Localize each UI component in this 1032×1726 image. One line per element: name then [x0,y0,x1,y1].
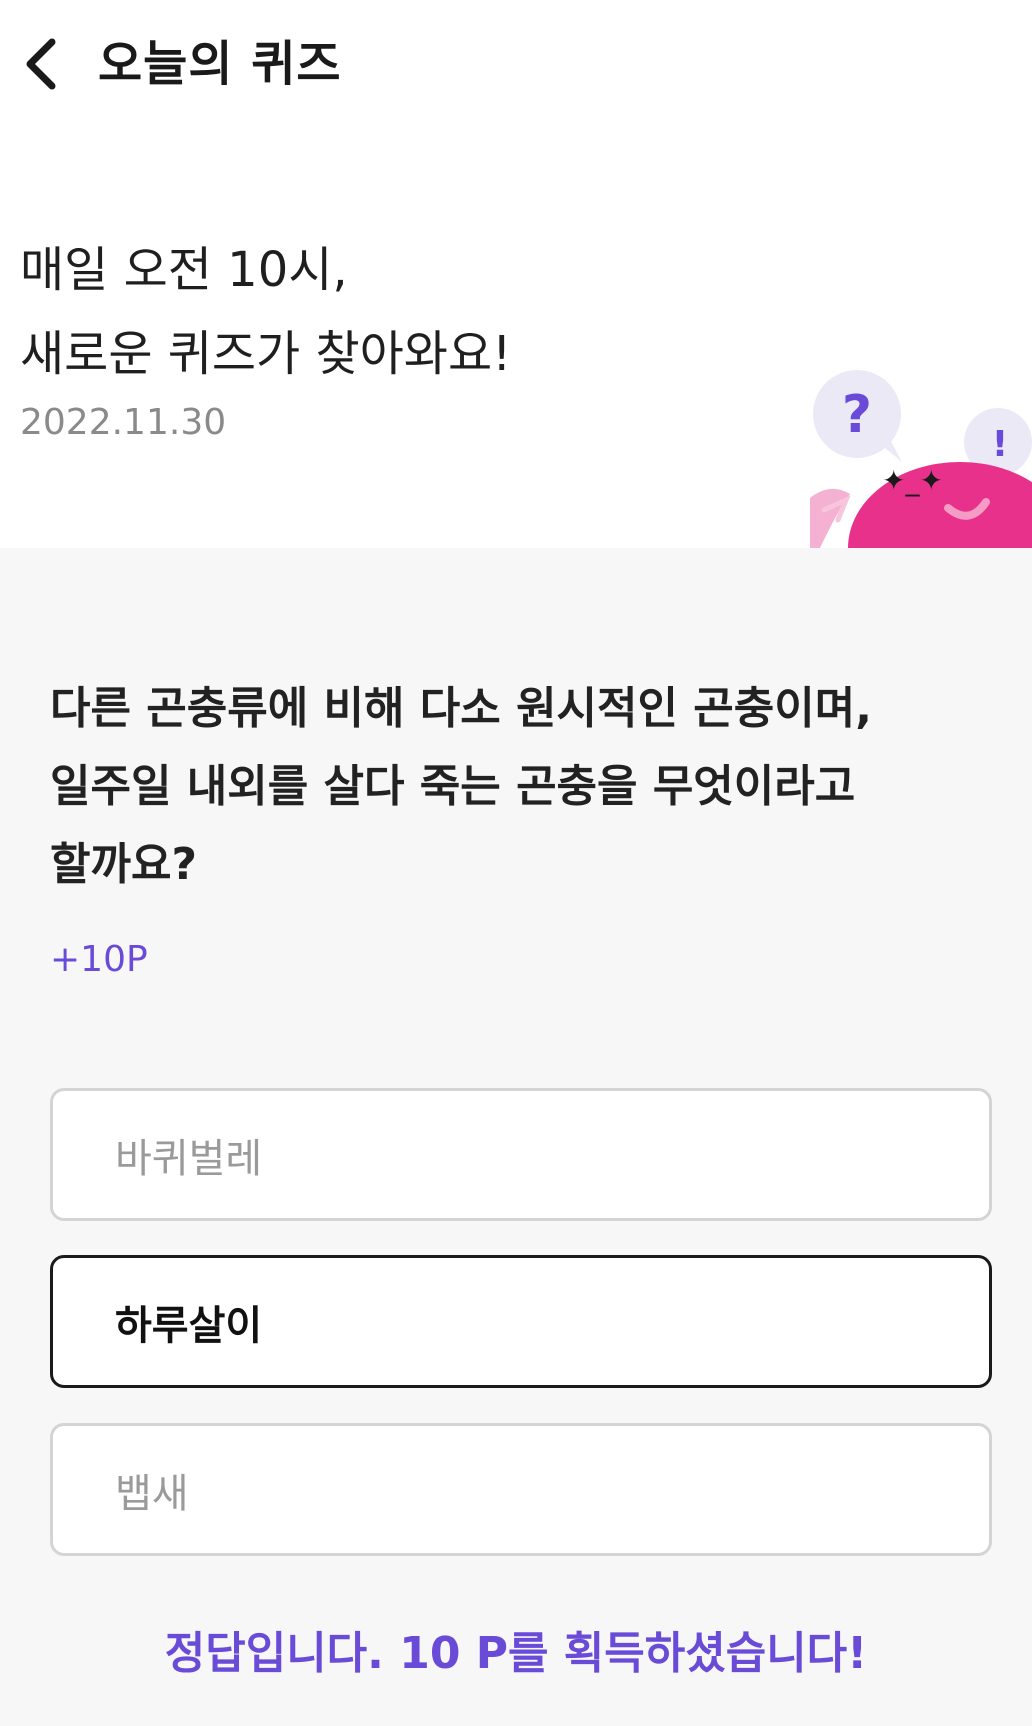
top-section: 오늘의 퀴즈 매일 오전 10시, 새로운 퀴즈가 찾아와요! 2022.11.… [0,0,1032,548]
answer-option-label: 하루살이 [115,1302,263,1349]
answer-option-3[interactable]: 뱁새 [50,1423,992,1556]
answer-option-1[interactable]: 바퀴벌레 [50,1088,992,1221]
intro-line-1: 매일 오전 10시, [20,242,348,298]
chevron-left-icon [26,38,56,90]
back-button[interactable] [14,32,70,96]
intro-line-2: 새로운 퀴즈가 찾아와요! [20,326,512,382]
result-message: 정답입니다. 10 P를 획득하셨습니다! [164,1628,868,1679]
answer-option-label: 뱁새 [115,1470,189,1517]
quiz-question: 다른 곤충류에 비해 다소 원시적인 곤충이며, 일주일 내외를 살다 죽는 곤… [50,670,990,904]
question-mark-icon: ? [842,385,872,445]
answer-option-2[interactable]: 하루살이 [50,1255,992,1388]
header-bar: 오늘의 퀴즈 [0,0,1032,130]
reward-points: +10P [50,939,148,980]
quiz-date: 2022.11.30 [20,402,227,443]
intro-headline: 매일 오전 10시, 새로운 퀴즈가 찾아와요! [20,228,511,396]
page-title: 오늘의 퀴즈 [98,36,342,92]
answer-option-label: 바퀴벌레 [115,1135,263,1182]
mascot-illustration: ? ! ✦_✦ [810,370,1032,548]
question-line-1: 다른 곤충류에 비해 다소 원시적인 곤충이며, [50,683,872,734]
question-line-3: 할까요? [50,839,197,890]
exclamation-icon: ! [992,424,1008,465]
mascot-face: ✦_✦ [882,464,943,497]
question-line-2: 일주일 내외를 살다 죽는 곤충을 무엇이라고 [50,761,856,812]
